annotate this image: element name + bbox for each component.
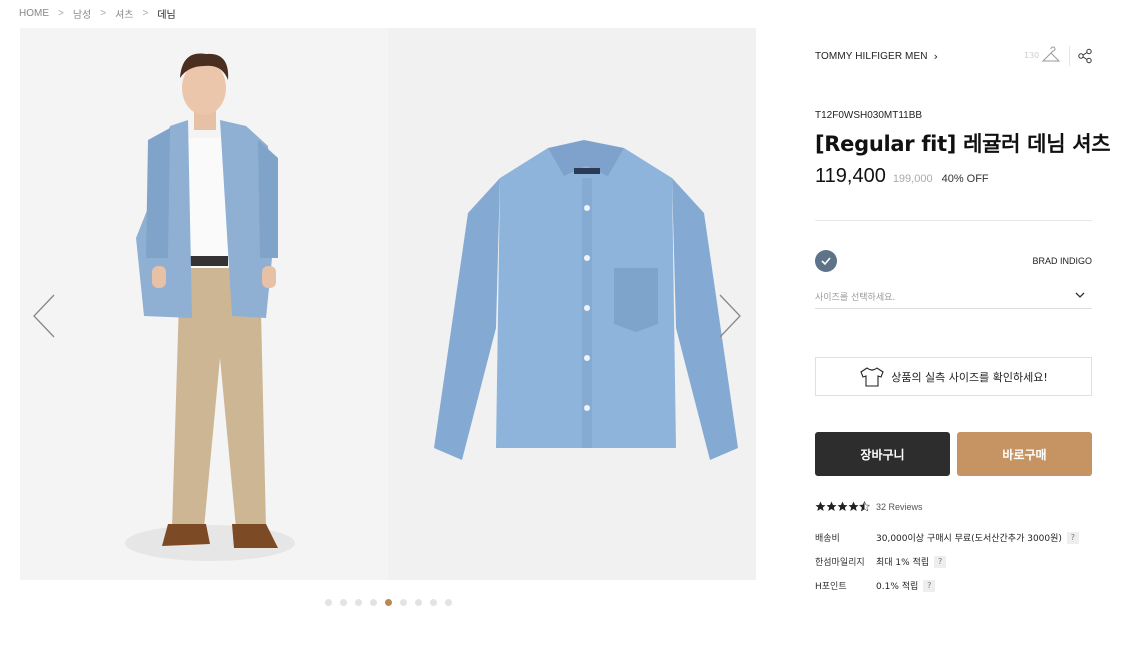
divider <box>1069 46 1070 66</box>
info-label: H포인트 <box>815 582 847 592</box>
color-swatch[interactable] <box>815 250 837 272</box>
check-icon <box>821 257 831 266</box>
size-placeholder: 사이즈를 선택하세요. <box>815 293 896 303</box>
buy-now-button[interactable]: 바로구매 <box>957 432 1092 476</box>
add-to-cart-button[interactable]: 장바구니 <box>815 432 950 476</box>
original-price: 199,000 <box>892 173 933 185</box>
review-count: 32 Reviews <box>876 501 923 512</box>
help-icon[interactable]: ? <box>934 555 947 568</box>
gallery-pagination <box>325 599 452 606</box>
star-rating <box>815 501 870 512</box>
info-label: 한섬마일리지 <box>815 558 865 568</box>
rating[interactable]: 32 Reviews <box>815 501 923 512</box>
mileage-info: 한섬마일리지 최대 1% 적립 ? <box>815 555 947 568</box>
product-gallery <box>20 28 756 580</box>
info-value: 30,000이상 구매시 무료(도서산간추가 3000원) <box>876 534 1062 544</box>
pagination-dot[interactable] <box>340 599 347 606</box>
product-title: [Regular fit] 레귤러 데님 셔츠 <box>815 132 1111 156</box>
product-code: T12F0WSH030MT11BB <box>815 110 923 121</box>
pagination-dot[interactable] <box>430 599 437 606</box>
shirt-photo <box>388 28 756 580</box>
product-info-panel: TOMMY HILFIGER MEN › 130 T12F0WSH030MT11… <box>815 0 1111 652</box>
chevron-right-icon: › <box>933 49 938 63</box>
model-photo <box>20 28 388 580</box>
shipping-info: 배송비 30,000이상 구매시 무료(도서산간추가 3000원) ? <box>815 531 1079 544</box>
chevron-right-icon[interactable] <box>714 293 744 339</box>
share-icon[interactable] <box>1077 48 1093 64</box>
breadcrumb-men[interactable]: 남성 <box>73 6 91 21</box>
price-row: 119,400 199,000 40% OFF <box>815 165 989 188</box>
star-icon <box>815 501 826 511</box>
breadcrumb-separator: > <box>142 7 149 19</box>
help-icon[interactable]: ? <box>923 579 936 592</box>
size-select[interactable]: 사이즈를 선택하세요. <box>815 283 1092 309</box>
breadcrumb: HOME > 남성 > 셔츠 > 데님 <box>19 6 176 21</box>
pagination-dot[interactable] <box>400 599 407 606</box>
breadcrumb-shirts[interactable]: 셔츠 <box>115 6 133 21</box>
sale-price: 119,400 <box>815 165 886 187</box>
brand-name: TOMMY HILFIGER MEN <box>815 50 928 62</box>
info-value: 최대 1% 적립 <box>876 558 930 568</box>
breadcrumb-home[interactable]: HOME <box>19 8 49 19</box>
info-label: 배송비 <box>815 534 840 544</box>
breadcrumb-separator: > <box>100 7 107 19</box>
info-value: 0.1% 적립 <box>876 582 919 592</box>
pagination-dot[interactable] <box>370 599 377 606</box>
like-count: 130 <box>1024 51 1040 60</box>
divider <box>815 220 1092 221</box>
hanger-icon[interactable] <box>1041 46 1061 66</box>
hpoint-info: H포인트 0.1% 적립 ? <box>815 579 936 592</box>
pagination-dot[interactable] <box>325 599 332 606</box>
breadcrumb-denim[interactable]: 데님 <box>157 6 175 21</box>
pagination-dot[interactable] <box>445 599 452 606</box>
size-guide-button[interactable]: 상품의 실측 사이즈를 확인하세요! <box>815 357 1092 396</box>
pagination-dot[interactable] <box>415 599 422 606</box>
color-name: BRAD INDIGO <box>1032 256 1092 266</box>
discount-rate: 40% OFF <box>941 173 989 185</box>
tshirt-icon <box>860 366 884 387</box>
chevron-left-icon[interactable] <box>30 293 60 339</box>
pagination-dot[interactable] <box>355 599 362 606</box>
pagination-dot[interactable] <box>385 599 392 606</box>
breadcrumb-separator: > <box>58 7 64 19</box>
size-guide-label: 상품의 실측 사이즈를 확인하세요! <box>891 370 1048 384</box>
help-icon[interactable]: ? <box>1066 531 1079 544</box>
chevron-down-icon <box>1075 292 1085 298</box>
